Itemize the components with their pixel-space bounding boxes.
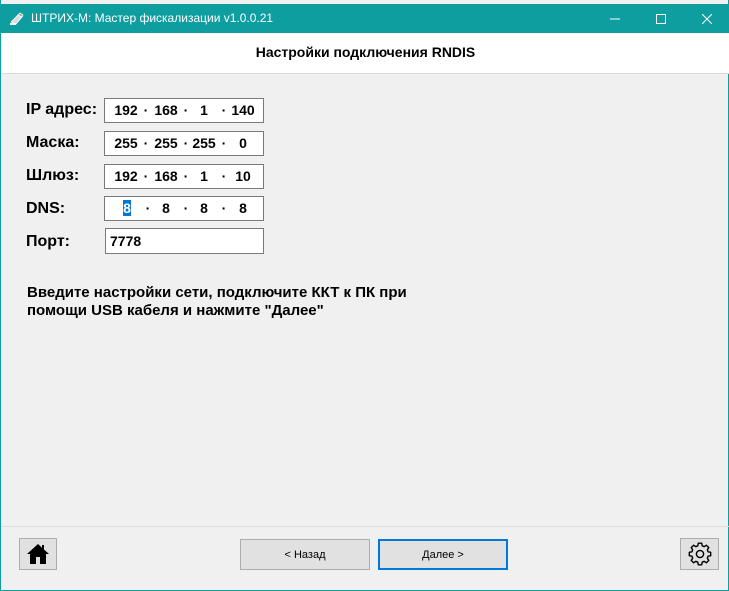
mask-field[interactable]: 255 · 255 · 255 · 0	[104, 131, 264, 156]
ip-address-field[interactable]: 192 · 168 · 1 · 140	[104, 98, 264, 123]
page-title: Настройки подключения RNDIS	[255, 44, 476, 60]
close-button[interactable]	[684, 4, 729, 33]
dns-octet-1-selection: 8	[123, 200, 131, 216]
port-label: Порт:	[26, 233, 70, 250]
ip-octet-2[interactable]: 168	[149, 102, 183, 119]
gateway-octet-1[interactable]: 192	[109, 168, 143, 185]
maximize-button[interactable]	[638, 4, 684, 33]
gateway-label: Шлюз:	[26, 167, 80, 184]
dns-octet-1[interactable]: 8	[109, 200, 145, 217]
home-button[interactable]	[19, 538, 57, 570]
title-bar[interactable]: ШТРИХ-М: Мастер фискализации v1.0.0.21	[1, 4, 729, 33]
ip-octet-4[interactable]: 140	[226, 102, 260, 119]
port-input[interactable]: 7778	[105, 228, 264, 254]
gateway-field[interactable]: 192 · 168 · 1 · 10	[104, 164, 264, 189]
footer-divider	[2, 526, 729, 527]
mask-octet-3[interactable]: 255	[187, 135, 221, 152]
back-button[interactable]: < Назад	[240, 539, 370, 570]
dns-octet-4[interactable]: 8	[226, 200, 260, 217]
dns-label: DNS:	[26, 200, 66, 217]
header-panel: Настройки подключения RNDIS	[2, 33, 729, 74]
port-value: 7778	[110, 233, 142, 249]
dns-octet-2[interactable]: 8	[149, 200, 183, 217]
gateway-octet-3[interactable]: 1	[187, 168, 221, 185]
gateway-octet-2[interactable]: 168	[149, 168, 183, 185]
dns-field[interactable]: 8 · 8 · 8 · 8	[104, 196, 264, 221]
home-icon	[27, 544, 49, 564]
ip-octet-3[interactable]: 1	[187, 102, 221, 119]
mask-label: Маска:	[26, 134, 80, 151]
dns-octet-3[interactable]: 8	[187, 200, 221, 217]
settings-button[interactable]	[680, 538, 719, 570]
instruction-line-2: помощи USB кабеля и нажмите "Далее"	[27, 302, 324, 319]
next-button[interactable]: Далее >	[378, 539, 508, 570]
maximize-icon	[656, 13, 666, 24]
instruction-line-1: Введите настройки сети, подключите ККТ к…	[27, 284, 407, 301]
minimize-button[interactable]	[592, 4, 638, 33]
ip-address-label: IP адрес:	[26, 101, 98, 118]
minimize-icon	[610, 18, 620, 19]
close-icon	[702, 13, 712, 24]
ip-octet-1[interactable]: 192	[109, 102, 143, 119]
instruction-text: Введите настройки сети, подключите ККТ к…	[27, 284, 467, 320]
window-title: ШТРИХ-М: Мастер фискализации v1.0.0.21	[31, 11, 274, 25]
gear-icon	[688, 542, 711, 566]
app-icon	[10, 12, 24, 25]
gateway-octet-4[interactable]: 10	[226, 168, 260, 185]
wizard-window: ШТРИХ-М: Мастер фискализации v1.0.0.21 Н…	[0, 0, 729, 591]
mask-octet-1[interactable]: 255	[109, 135, 143, 152]
mask-octet-2[interactable]: 255	[149, 135, 183, 152]
mask-octet-4[interactable]: 0	[226, 135, 260, 152]
